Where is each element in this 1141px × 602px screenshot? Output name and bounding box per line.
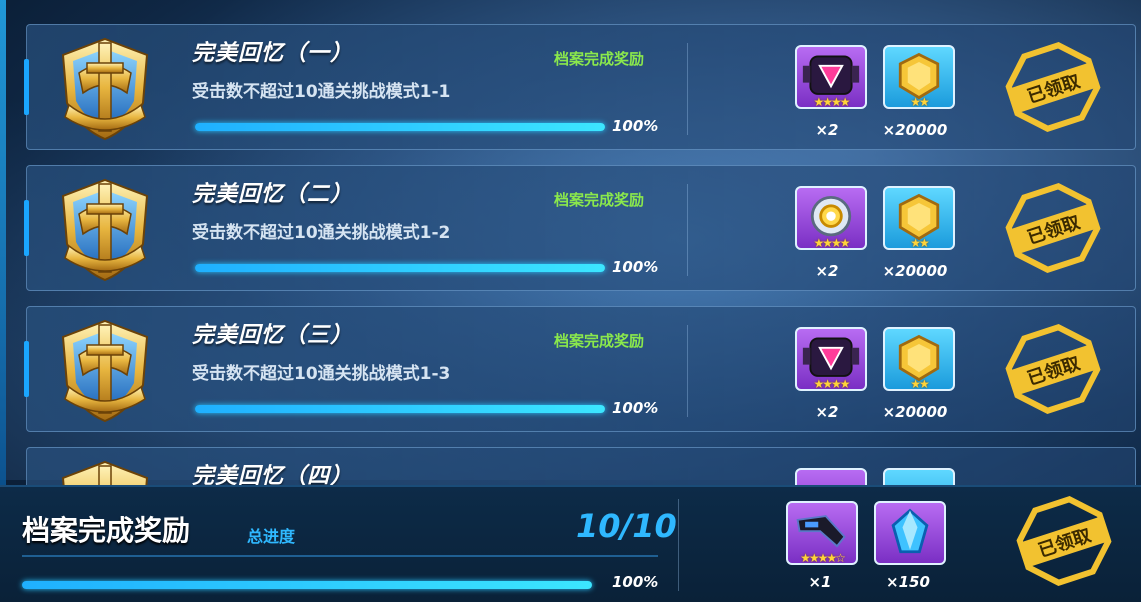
rarity-stars: ★★★★ — [813, 95, 850, 109]
progress-fill — [195, 405, 605, 413]
claimed-stamp-icon: 已领取 — [1005, 183, 1101, 273]
record-reward-tag: 档案完成奖励 — [554, 332, 645, 350]
rarity-stars: ★★ — [910, 377, 930, 391]
summary-separator — [22, 555, 658, 557]
progress-bar — [195, 264, 605, 272]
record-card-4: 完美回忆（四） — [26, 447, 1136, 485]
reward-item-coin[interactable]: ★★ — [883, 45, 955, 109]
record-description: 受击数不超过10通关挑战模式1-1 — [192, 82, 451, 102]
reward-quantity: ×20000 — [882, 121, 948, 139]
reward-item-chip[interactable]: ★★★★ — [795, 45, 867, 109]
summary-count: 10/10 — [576, 507, 677, 545]
record-description: 受击数不超过10通关挑战模式1-3 — [192, 364, 451, 384]
claimed-stamp-icon: 已领取 — [1005, 324, 1101, 414]
summary-progress-percent: 100% — [612, 573, 659, 591]
claimed-stamp-icon: 已领取 — [1005, 42, 1101, 132]
summary-progress-bar — [22, 581, 592, 589]
claimed-stamp-icon: 已领取 — [1016, 496, 1112, 586]
reward-item-coin[interactable]: ★★ — [883, 186, 955, 250]
record-reward-tag: 档案完成奖励 — [554, 191, 645, 209]
reward-quantity: ×2 — [815, 121, 839, 139]
reward-item-coin[interactable]: ★★ — [883, 327, 955, 391]
rarity-stars: ★★ — [910, 95, 930, 109]
reward-quantity: ×150 — [886, 573, 930, 591]
rarity-stars: ★★★★ — [813, 377, 850, 391]
progress-bar — [195, 405, 605, 413]
record-title: 完美回忆（二） — [192, 182, 354, 207]
progress-percent: 100% — [612, 399, 659, 417]
medal-emblem-icon — [61, 178, 149, 282]
summary-subtitle: 总进度 — [247, 527, 296, 546]
rarity-stars: ★★★★ — [813, 236, 850, 250]
reward-item[interactable] — [883, 468, 955, 485]
reward-quantity: ×2 — [815, 403, 839, 421]
record-title: 完美回忆（四） — [192, 464, 354, 485]
record-card-1: 完美回忆（一） 受击数不超过10通关挑战模式1-1 档案完成奖励 100% ★★… — [24, 24, 1136, 150]
card-side-tick — [24, 200, 29, 256]
card-side-tick — [24, 341, 29, 397]
rarity-stars: ★★★★☆ — [800, 551, 846, 565]
record-title: 完美回忆（三） — [192, 323, 354, 348]
summary-title: 档案完成奖励 — [22, 514, 191, 547]
record-list[interactable]: 完美回忆（一） 受击数不超过10通关挑战模式1-1 档案完成奖励 100% ★★… — [0, 0, 1141, 485]
blue-crystal-icon — [891, 508, 929, 554]
reward-item-crystal[interactable] — [874, 501, 946, 565]
progress-percent: 100% — [612, 117, 659, 135]
summary-divider — [678, 499, 679, 591]
card-divider — [687, 325, 688, 417]
card-divider — [687, 184, 688, 276]
reward-item-gear[interactable]: ★★★★ — [795, 186, 867, 250]
record-title: 完美回忆（一） — [192, 41, 354, 66]
reward-item-weapon[interactable]: ★★★★☆ — [786, 501, 858, 565]
progress-fill — [195, 264, 605, 272]
card-side-tick — [24, 59, 29, 115]
card-divider — [687, 43, 688, 135]
reward-item[interactable] — [795, 468, 867, 485]
medal-emblem-icon — [61, 460, 149, 485]
rarity-stars: ★★ — [910, 236, 930, 250]
progress-fill — [195, 123, 605, 131]
progress-bar — [195, 123, 605, 131]
reward-quantity: ×20000 — [882, 403, 948, 421]
summary-panel: 档案完成奖励 总进度 10/10 100% ★★★★☆ ×1 ×150 已领取 — [0, 485, 1141, 602]
reward-quantity: ×1 — [808, 573, 832, 591]
reward-item-chip[interactable]: ★★★★ — [795, 327, 867, 391]
reward-quantity: ×2 — [815, 262, 839, 280]
scroll-indicator — [0, 0, 6, 485]
reward-quantity: ×20000 — [882, 262, 948, 280]
medal-emblem-icon — [61, 37, 149, 141]
progress-fill — [22, 581, 592, 589]
medal-emblem-icon — [61, 319, 149, 423]
record-description: 受击数不超过10通关挑战模式1-2 — [192, 223, 451, 243]
record-card-3: 完美回忆（三） 受击数不超过10通关挑战模式1-3 档案完成奖励 100% ★★… — [24, 306, 1136, 432]
record-card-2: 完美回忆（二） 受击数不超过10通关挑战模式1-2 档案完成奖励 100% ★★… — [24, 165, 1136, 291]
record-reward-tag: 档案完成奖励 — [554, 50, 645, 68]
progress-percent: 100% — [612, 258, 659, 276]
